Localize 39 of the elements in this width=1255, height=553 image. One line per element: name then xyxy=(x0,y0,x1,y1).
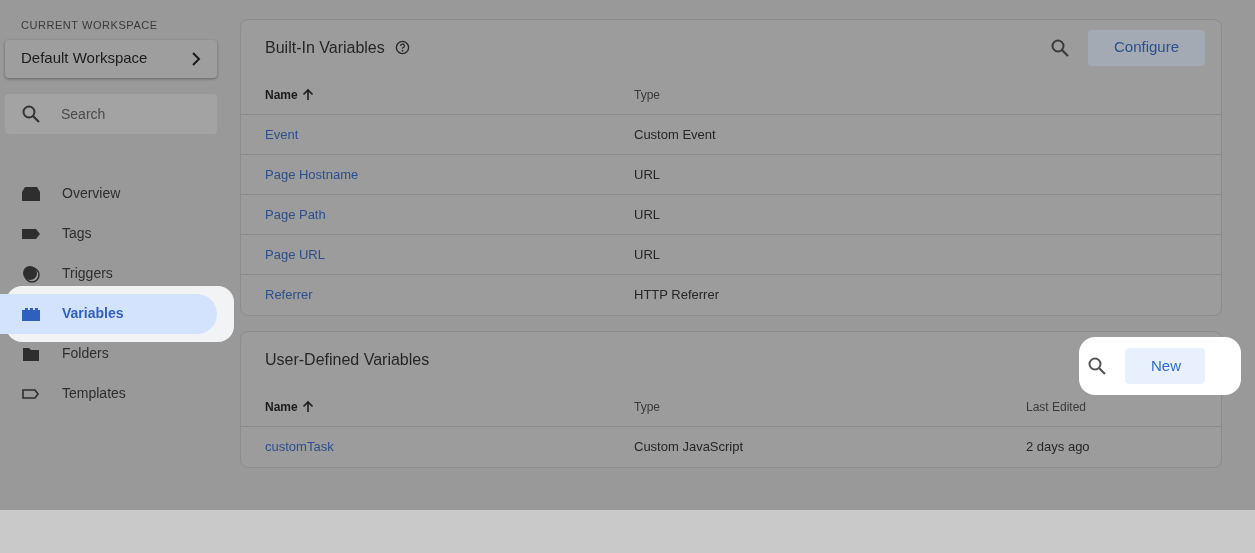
table-cell: Custom JavaScript xyxy=(634,439,744,455)
variable-link[interactable]: customTask xyxy=(265,439,334,455)
arrow-up-icon[interactable] xyxy=(301,400,314,413)
search-field[interactable]: Search xyxy=(5,93,217,134)
arrow-up-icon[interactable] xyxy=(301,88,314,101)
column-header[interactable]: Name xyxy=(265,85,298,104)
column-header[interactable]: Type xyxy=(634,87,660,102)
table-cell: 2 days ago xyxy=(1026,439,1090,455)
workspace-selector[interactable]: Default Workspace xyxy=(5,39,217,78)
variable-link[interactable]: Referrer xyxy=(265,287,313,303)
panel-title: Built-In Variables xyxy=(265,37,385,58)
variable-link[interactable]: Page URL xyxy=(265,246,325,262)
variable-link[interactable]: Event xyxy=(265,126,299,142)
search-icon[interactable] xyxy=(1087,356,1107,376)
nav-item[interactable]: Tags xyxy=(0,221,217,246)
circles-icon xyxy=(21,263,41,284)
table-cell: HTTP Referrer xyxy=(634,287,719,303)
table-cell: URL xyxy=(634,206,660,222)
configure-button[interactable]: Configure xyxy=(1088,29,1205,66)
chevron-right-icon xyxy=(191,51,201,66)
workspace-label: CURRENT WORKSPACE xyxy=(20,18,159,33)
column-header[interactable]: Type xyxy=(634,399,660,414)
panel-title: User-Defined Variables xyxy=(265,349,430,370)
search-icon[interactable] xyxy=(21,103,41,124)
table-cell: URL xyxy=(634,246,660,262)
nav-item[interactable]: Overview xyxy=(0,181,217,206)
table-cell: URL xyxy=(634,166,660,182)
variable-link[interactable]: Page Path xyxy=(265,206,326,222)
variable-link[interactable]: Page Hostname xyxy=(265,166,359,182)
column-header[interactable]: Last Edited xyxy=(1026,399,1087,414)
help-icon[interactable] xyxy=(394,40,410,55)
nav-item[interactable]: Variables xyxy=(0,293,217,334)
nav-item[interactable]: Folders xyxy=(0,341,217,366)
column-header[interactable]: Name xyxy=(265,397,298,416)
nav-item[interactable]: Triggers xyxy=(0,261,217,286)
search-icon[interactable] xyxy=(1050,37,1070,58)
nav-item[interactable]: Templates xyxy=(0,381,217,406)
table-cell: Custom Event xyxy=(634,126,716,142)
new-button[interactable]: New xyxy=(1125,348,1205,384)
